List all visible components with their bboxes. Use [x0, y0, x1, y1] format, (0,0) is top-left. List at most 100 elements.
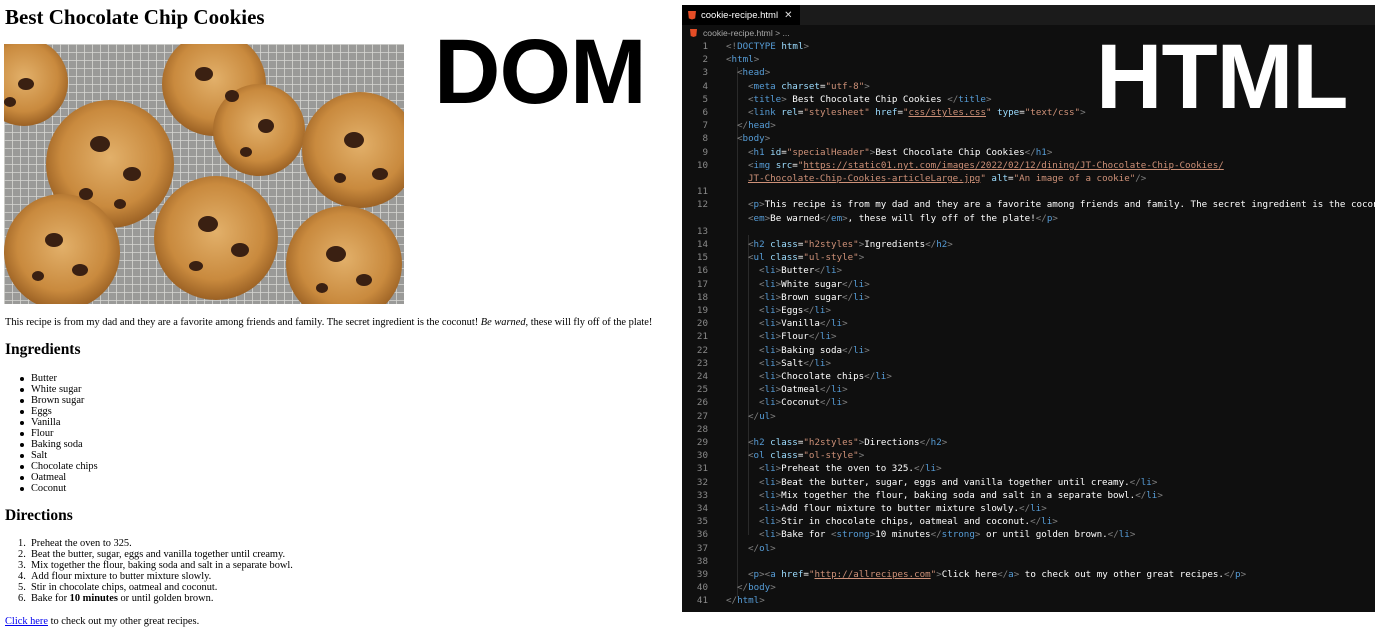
line-number: 8 [702, 133, 708, 145]
code-token: ul [753, 252, 765, 264]
code-token: Oatmeal [781, 384, 820, 396]
code-token: > [1129, 529, 1136, 541]
code-token: </ [864, 371, 876, 382]
code-token: h2 [930, 437, 942, 448]
code-line: 8 <body> [682, 132, 1375, 145]
direction-text: Bake for [31, 593, 70, 604]
code-source: </html> [726, 594, 765, 607]
code-token: em [831, 212, 843, 224]
code-source: <li>Preheat the oven to 325.</li> [759, 462, 942, 475]
code-editor: cookie-recipe.html ✕ cookie-recipe.html … [682, 5, 1375, 612]
code-source: <img src="https://static01.nyt.com/image… [748, 159, 1224, 172]
close-icon[interactable]: ✕ [784, 10, 792, 21]
code-token: > [1157, 489, 1163, 501]
footer-text: to check out my other great recipes. [48, 616, 200, 627]
code-line: 29 <h2 class="h2styles">Directions</h2> [682, 436, 1375, 449]
line-number: 39 [696, 569, 708, 580]
code-token: > [842, 397, 848, 409]
line-number: 12 [696, 199, 708, 211]
code-token: Directions [864, 437, 920, 448]
code-token: </ [748, 410, 760, 422]
html-file-icon [688, 10, 696, 20]
direction-item: 2. Beat the butter, sugar, eggs and vanil… [18, 549, 293, 560]
code-token: > [825, 357, 832, 369]
tab-strip: cookie-recipe.html ✕ [682, 5, 1375, 25]
line-number: 1 [702, 41, 708, 52]
code-token: li [1030, 503, 1042, 514]
line-number: 3 [702, 67, 708, 79]
code-source: <head> [737, 66, 770, 79]
direction-text: Stir in chocolate chips, oatmeal and coc… [31, 582, 218, 593]
code-token: </ [1223, 569, 1236, 580]
code-source: </body> [737, 581, 776, 594]
tab-cookie-recipe[interactable]: cookie-recipe.html ✕ [682, 5, 801, 25]
line-number: 4 [702, 80, 708, 92]
code-line: 26 <li>Coconut</li> [682, 396, 1375, 409]
code-token: em [753, 212, 765, 224]
code-token: </ [726, 595, 738, 607]
code-source: <meta charset="utf-8"> [748, 80, 870, 93]
code-token: > [842, 318, 848, 330]
code-token: > [770, 120, 776, 132]
ingredient-item: Chocolate chips [20, 461, 98, 472]
ingredient-item: White sugar [20, 384, 98, 395]
direction-item: 4. Add flour mixture to butter mixture sl… [18, 571, 293, 582]
rendered-page-panel: Best Chocolate Chip Cookies DOM This rec… [0, 0, 680, 637]
code-token: li [814, 305, 826, 316]
code-line: 36 <li>Bake for <strong>10 minutes</stron… [682, 528, 1375, 541]
code-line: 31 <li>Preheat the oven to 325.</li> [682, 462, 1375, 475]
code-token: > [836, 265, 843, 277]
code-token: > [842, 384, 848, 396]
code-token: </ [737, 582, 749, 594]
code-source: </ol> [748, 542, 776, 555]
code-token: html [737, 595, 760, 607]
code-token: "ul-style" [803, 252, 859, 264]
code-token: > [1041, 503, 1047, 514]
code-token: </ [1135, 489, 1147, 501]
code-line: 25 <li>Oatmeal</li> [682, 383, 1375, 396]
code-token: > [753, 54, 760, 66]
code-line: 22 <li>Baking soda</li> [682, 344, 1375, 357]
code-token: </ [819, 212, 832, 224]
code-token: Chocolate chips [781, 371, 865, 382]
code-token: Mix together the flour, baking soda and … [781, 489, 1136, 501]
code-token: h2 [753, 239, 765, 250]
code-token: "h2styles" [803, 239, 859, 250]
code-line: 32 <li>Beat the butter, sugar, eggs and v… [682, 476, 1375, 489]
code-line: 9 <h1 id="specialHeader">Best Chocolate C… [682, 146, 1375, 159]
code-token: </ [1129, 476, 1141, 488]
code-token: Click here [941, 569, 998, 580]
code-token: ul [759, 410, 771, 422]
code-token: </ [913, 463, 926, 475]
code-source: <link rel="stylesheet" href="css/styles.… [748, 106, 1086, 119]
line-number: 34 [696, 503, 708, 514]
ingredient-item: Baking soda [20, 439, 98, 450]
code-token: li [764, 463, 776, 475]
direction-item: 3. Mix together the flour, baking soda an… [18, 560, 293, 571]
line-number: 24 [696, 371, 708, 382]
code-token: Beat the butter, sugar, eggs and vanilla… [781, 476, 1130, 488]
breadcrumb[interactable]: cookie-recipe.html > ... [690, 26, 790, 40]
code-token: JT-Chocolate-Chip-Cookies-articleLarge.j… [748, 173, 981, 184]
line-number: 18 [696, 291, 708, 303]
direction-text: Beat the butter, sugar, eggs and vanilla… [31, 549, 286, 560]
code-line: 18 <li>Brown sugar</li> [682, 291, 1375, 304]
code-token: li [764, 331, 776, 343]
direction-text: Mix together the flour, baking soda and … [31, 560, 293, 571]
code-source: JT-Chocolate-Chip-Cookies-articleLarge.j… [748, 172, 1146, 185]
code-token: > [1046, 146, 1053, 158]
code-token: li [764, 371, 776, 382]
code-token: > [886, 371, 892, 382]
click-here-link[interactable]: Click here [5, 616, 48, 627]
code-token: </ [842, 291, 854, 303]
code-token: li [853, 344, 865, 356]
line-number: 15 [696, 252, 708, 264]
code-token: li [764, 318, 776, 330]
code-token: li [764, 489, 776, 501]
code-token: body [748, 582, 771, 594]
code-line: 30 <ol class="ol-style"> [682, 449, 1375, 462]
code-token: </ [925, 239, 937, 250]
code-token: "ol-style" [803, 450, 859, 462]
directions-list: 1. Preheat the oven to 325. 2. Beat the but… [18, 538, 293, 604]
code-token: h2 [753, 437, 765, 448]
